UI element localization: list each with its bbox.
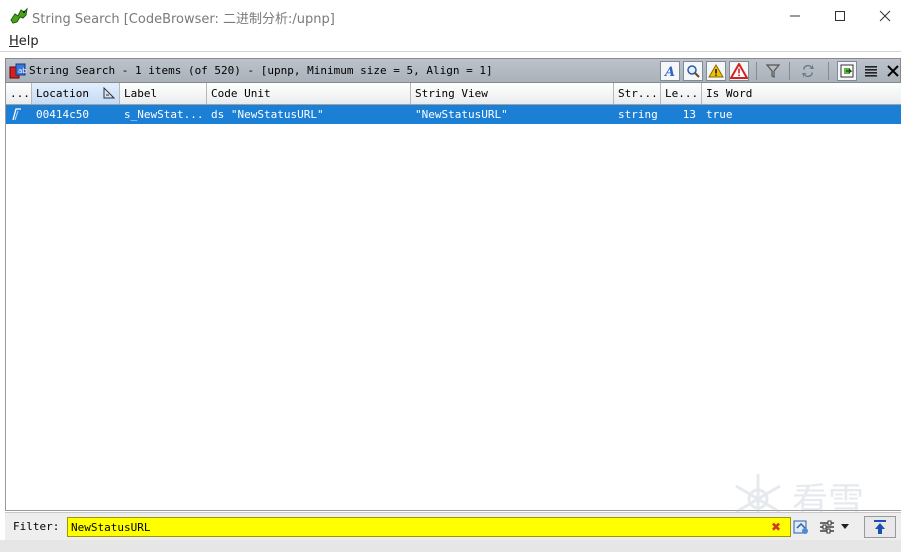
search-magnifier-icon[interactable]: [683, 61, 703, 81]
minimize-button[interactable]: [772, 0, 818, 32]
string-search-panel-icon: abc: [9, 62, 31, 80]
column-header-code-unit[interactable]: Code Unit: [207, 83, 411, 104]
panel-title: String Search - 1 items (of 520) - [upnp…: [29, 64, 493, 77]
cell-label: s_NewStat...: [124, 108, 204, 121]
column-header-length[interactable]: Le...: [661, 83, 702, 104]
scroll-to-top-button[interactable]: [864, 516, 896, 538]
cell-code-unit: ds "NewStatusURL": [211, 108, 324, 121]
string-row-icon: [6, 105, 32, 124]
window-title: String Search [CodeBrowser: 二进制分析:/upnp]: [32, 12, 335, 27]
cell-string-type: string: [618, 108, 658, 121]
column-header-is-word[interactable]: Is Word: [702, 83, 901, 104]
toolbar-separator: [828, 62, 829, 80]
filter-settings-icon[interactable]: [817, 517, 837, 537]
column-header-label[interactable]: Label: [120, 83, 207, 104]
cell-is-word: true: [706, 108, 733, 121]
panel-close-icon[interactable]: [883, 61, 901, 81]
window-close-button[interactable]: [862, 0, 901, 32]
cell-string-view: "NewStatusURL": [415, 108, 508, 121]
cell-length: 13: [682, 108, 696, 121]
table-options-icon[interactable]: [861, 61, 881, 81]
svg-text:A: A: [663, 65, 675, 78]
error-icon[interactable]: [729, 61, 749, 81]
make-selection-icon[interactable]: [837, 61, 857, 81]
column-header-string-type[interactable]: Str...: [614, 83, 661, 104]
table-header: ... Location Label Code Unit String View…: [6, 83, 901, 105]
filter-bar: Filter: ✖: [5, 512, 901, 540]
ghidra-dragon-icon: [9, 6, 29, 26]
menu-help[interactable]: Help: [9, 34, 39, 49]
filter-options-icon[interactable]: [791, 517, 811, 537]
column-header-location[interactable]: Location: [32, 83, 120, 104]
maximize-button[interactable]: [817, 0, 863, 32]
column-header-icon[interactable]: ...: [6, 83, 32, 104]
status-strip: [0, 540, 901, 552]
toolbar-separator: [789, 62, 790, 80]
menu-bar: Help: [0, 32, 901, 52]
arrow-up-icon: [874, 520, 886, 534]
warning-icon[interactable]: [706, 61, 726, 81]
clear-filter-icon[interactable]: ✖: [771, 520, 781, 534]
chevron-down-icon[interactable]: [839, 517, 851, 537]
svg-text:abc: abc: [18, 67, 27, 75]
sort-ascending-icon: [103, 86, 116, 102]
refresh-icon[interactable]: [798, 61, 818, 81]
toolbar-separator: [756, 62, 757, 80]
string-type-icon[interactable]: A: [660, 61, 680, 81]
column-header-string-view[interactable]: String View: [411, 83, 614, 104]
filter-label: Filter:: [13, 520, 60, 533]
strings-table: ... Location Label Code Unit String View…: [5, 83, 901, 511]
string-search-panel-header: abc String Search - 1 items (of 520) - […: [5, 58, 901, 83]
table-row[interactable]: 00414c50 s_NewStat... ds "NewStatusURL" …: [6, 105, 901, 124]
cell-location: 00414c50: [36, 108, 89, 121]
filter-funnel-icon[interactable]: [763, 61, 783, 81]
window-title-bar: String Search [CodeBrowser: 二进制分析:/upnp]: [0, 0, 901, 32]
filter-input[interactable]: [67, 517, 791, 537]
